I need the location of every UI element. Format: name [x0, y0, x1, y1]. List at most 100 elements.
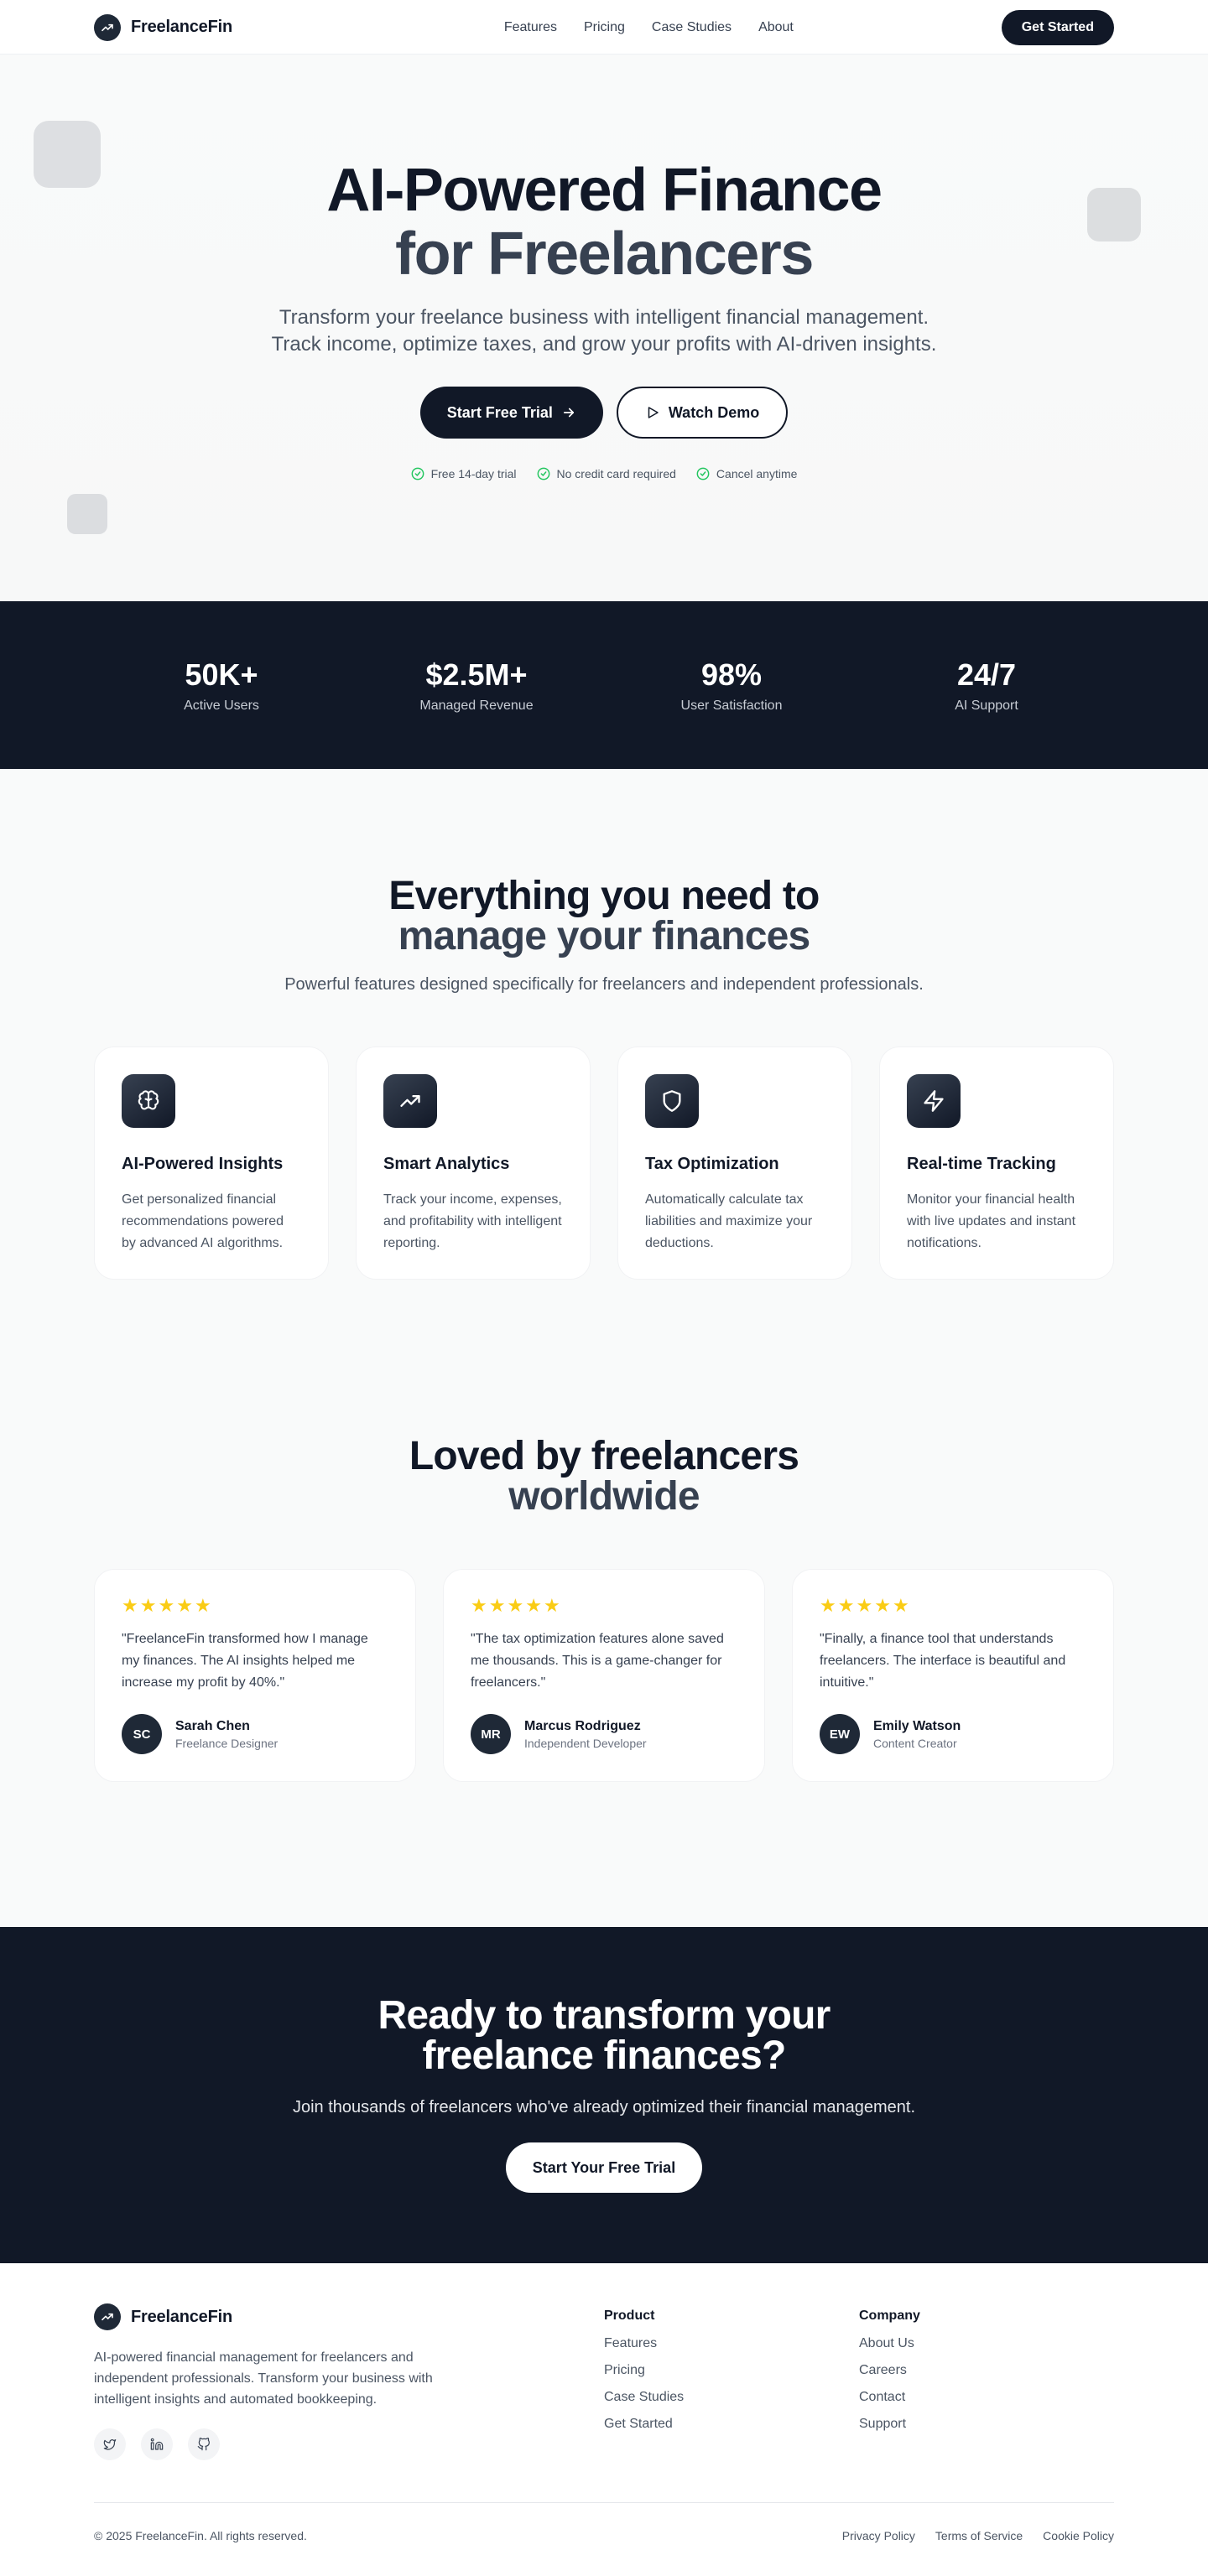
testimonial-grid: ★ ★ ★ ★ ★ "FreelanceFin transformed how I ma…: [94, 1569, 1114, 1782]
stat-value: 24/7: [956, 657, 1017, 692]
nav-link-pricing[interactable]: Pricing: [584, 20, 625, 35]
features-title-line1: Everything you need to: [388, 874, 820, 918]
feature-description: Monitor your financial health with live …: [907, 1192, 1076, 1250]
star-icon: ★: [874, 1595, 891, 1616]
star-icon: ★: [856, 1595, 873, 1616]
benefit-item: Cancel anytime: [696, 467, 797, 480]
footer: FreelanceFin AI-powered financial manage…: [0, 2263, 1208, 2576]
feature-card: Real-time Tracking Monitor your financia…: [879, 1046, 1114, 1280]
linkedin-icon[interactable]: [141, 2428, 173, 2460]
check-circle-icon: [411, 467, 424, 480]
star-icon: ★: [139, 1595, 157, 1616]
footer-link-features[interactable]: Features: [604, 2335, 859, 2352]
start-your-free-trial-button[interactable]: Start Your Free Trial: [505, 2142, 703, 2193]
footer-link-get-started[interactable]: Get Started: [604, 2416, 859, 2433]
avatar: MR: [471, 1714, 511, 1754]
features-subtitle: Powerful features designed specifically …: [284, 975, 924, 994]
testimonial-author: EW Emily Watson Content Creator: [820, 1714, 1086, 1754]
arrow-right-icon: [563, 408, 574, 418]
features-section: Everything you need to manage your finan…: [0, 769, 1208, 1369]
cookie-policy-link[interactable]: Cookie Policy: [1043, 2529, 1114, 2542]
decorative-square: [67, 494, 107, 534]
privacy-policy-link[interactable]: Privacy Policy: [842, 2529, 915, 2542]
zap-icon: [907, 1074, 961, 1128]
feature-card: Tax Optimization Automatically calculate…: [617, 1046, 852, 1280]
star-icon: ★: [122, 1595, 138, 1616]
shield-icon: [645, 1074, 699, 1128]
stat-managed-revenue: $2.5M+ Managed Revenue: [349, 657, 604, 714]
get-started-button[interactable]: Get Started: [1001, 9, 1114, 45]
testimonial-quote: "Finally, a finance tool that understand…: [820, 1632, 1066, 1690]
benefit-item: Free 14-day trial: [411, 467, 517, 480]
github-icon[interactable]: [188, 2428, 220, 2460]
watch-demo-label: Watch Demo: [668, 403, 760, 421]
author-name: Sarah Chen: [175, 1718, 250, 1733]
social-links: [94, 2428, 604, 2460]
cta-subtitle: Join thousands of freelancers who've alr…: [292, 2098, 915, 2116]
nav-link-case-studies[interactable]: Case Studies: [652, 20, 732, 35]
terms-of-service-link[interactable]: Terms of Service: [935, 2529, 1023, 2542]
star-icon: ★: [194, 1595, 211, 1616]
avatar: EW: [820, 1714, 860, 1754]
feature-title: Real-time Tracking: [907, 1155, 1056, 1173]
star-rating: ★ ★ ★ ★ ★: [122, 1597, 388, 1615]
footer-link-pricing[interactable]: Pricing: [604, 2362, 859, 2379]
benefit-label: Free 14-day trial: [430, 467, 517, 480]
brand-name: FreelanceFin: [131, 18, 232, 36]
hero-title-line1: AI-Powered Finance: [326, 157, 883, 224]
copyright: © 2025 FreelanceFin. All rights reserved…: [94, 2528, 307, 2542]
footer-link-contact[interactable]: Contact: [859, 2389, 1114, 2406]
testimonial-card: ★ ★ ★ ★ ★ "Finally, a finance tool that unde…: [792, 1569, 1114, 1782]
testimonial-author: SC Sarah Chen Freelance Designer: [122, 1714, 388, 1754]
twitter-icon[interactable]: [94, 2428, 126, 2460]
hero-subtitle: Transform your freelance business with i…: [271, 306, 937, 356]
start-free-trial-button[interactable]: Start Free Trial: [419, 387, 603, 439]
feature-grid: AI-Powered Insights Get personalized fin…: [94, 1046, 1114, 1280]
stat-label: AI Support: [955, 699, 1018, 713]
feature-title: Tax Optimization: [645, 1155, 779, 1173]
check-circle-icon: [537, 467, 549, 480]
feature-card: Smart Analytics Track your income, expen…: [356, 1046, 591, 1280]
testimonials-title-line1: Loved by freelancers: [409, 1434, 799, 1478]
watch-demo-button[interactable]: Watch Demo: [616, 387, 789, 439]
footer-product-column: Product Features Pricing Case Studies Ge…: [604, 2303, 859, 2460]
nav-link-features[interactable]: Features: [504, 20, 557, 35]
author-role: Independent Developer: [524, 1736, 647, 1750]
author-name: Emily Watson: [873, 1718, 961, 1733]
stat-value: 50K+: [185, 657, 258, 692]
star-icon: ★: [507, 1595, 524, 1616]
feature-description: Get personalized financial recommendatio…: [122, 1192, 284, 1250]
check-circle-icon: [696, 467, 710, 480]
brand-logo[interactable]: FreelanceFin: [94, 13, 232, 41]
hero-benefits: Free 14-day trial No credit card require…: [0, 467, 1208, 480]
footer-brand-logo[interactable]: FreelanceFin: [94, 2303, 604, 2330]
star-icon: ★: [525, 1595, 542, 1616]
footer-link-careers[interactable]: Careers: [859, 2362, 1114, 2379]
star-icon: ★: [488, 1595, 506, 1616]
footer-brand-name: FreelanceFin: [131, 2307, 232, 2326]
testimonial-quote: "FreelanceFin transformed how I manage m…: [122, 1632, 368, 1690]
footer-company-heading: Company: [859, 2309, 920, 2323]
hero-actions: Start Free Trial Watch Demo: [0, 387, 1208, 439]
start-free-trial-label: Start Free Trial: [446, 403, 553, 421]
star-rating: ★ ★ ★ ★ ★: [471, 1597, 737, 1615]
features-title: Everything you need to manage your finan…: [94, 769, 1114, 957]
cta-title-line1: Ready to transform your: [378, 1993, 830, 2038]
testimonial-author: MR Marcus Rodriguez Independent Develope…: [471, 1714, 737, 1754]
footer-link-support[interactable]: Support: [859, 2416, 1114, 2433]
stats-band: 50K+ Active Users $2.5M+ Managed Revenue…: [0, 601, 1208, 769]
cta-title-line2: freelance finances?: [422, 2033, 787, 2078]
testimonials-section: Loved by freelancers worldwide ★ ★ ★ ★ ★ "Fr…: [0, 1369, 1208, 1927]
brain-icon: [122, 1074, 175, 1128]
top-nav: FreelanceFin Features Pricing Case Studi…: [0, 0, 1208, 55]
legal-links: Privacy Policy Terms of Service Cookie P…: [842, 2529, 1114, 2542]
features-title-line2: manage your finances: [398, 914, 811, 958]
stat-value: $2.5M+: [425, 657, 528, 692]
footer-bottom: © 2025 FreelanceFin. All rights reserved…: [94, 2502, 1114, 2576]
nav-link-about[interactable]: About: [758, 20, 794, 35]
footer-link-about-us[interactable]: About Us: [859, 2335, 1114, 2352]
footer-link-case-studies[interactable]: Case Studies: [604, 2389, 859, 2406]
star-icon: ★: [892, 1595, 909, 1616]
cta-section: Ready to transform your freelance financ…: [0, 1927, 1208, 2263]
feature-title: AI-Powered Insights: [122, 1155, 284, 1173]
